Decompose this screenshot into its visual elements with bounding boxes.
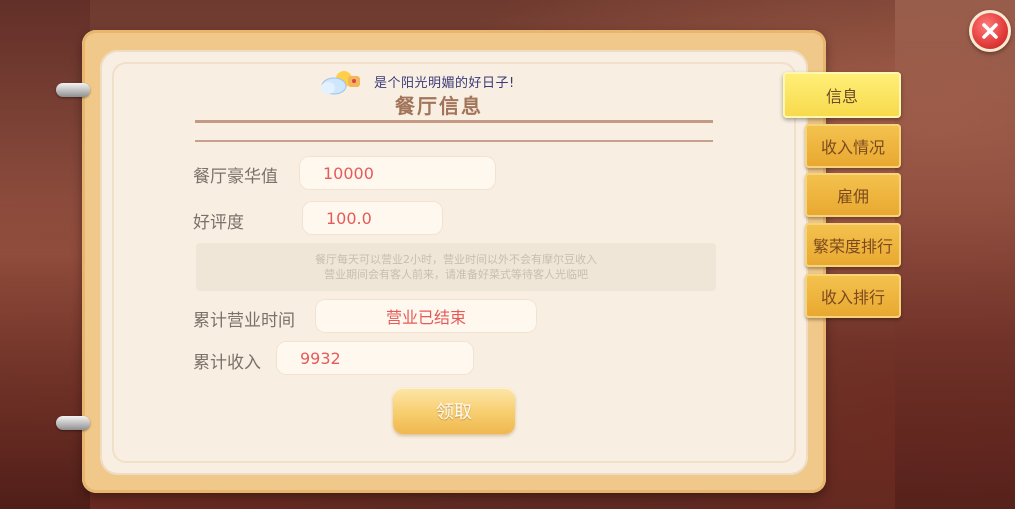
income-label: 累计收入 [193,353,261,373]
tab-income-status[interactable]: 收入情况 [805,124,901,168]
business-time-label: 累计营业时间 [193,311,295,331]
rating-label: 好评度 [193,213,244,233]
background-right [895,0,1015,509]
tab-hire[interactable]: 雇佣 [805,173,901,217]
binder-ring-bottom [56,416,90,430]
close-icon [982,23,998,39]
sun-cloud-icon [318,68,360,95]
notice-line-2: 营业期间会有客人前来，请准备好菜式等待客人光临吧 [324,268,588,281]
background-left [0,0,90,509]
page-title: 餐厅信息 [395,94,483,118]
rating-value: 100.0 [302,201,443,235]
luxury-label: 餐厅豪华值 [193,167,278,187]
luxury-value: 10000 [299,156,496,190]
title-divider-bottom [195,140,713,142]
weather-text: 是个阳光明媚的好日子! [374,75,515,91]
tab-prosperity-ranking[interactable]: 繁荣度排行 [805,223,901,267]
notice-line-1: 餐厅每天可以营业2小时，营业时间以外不会有摩尔豆收入 [315,253,597,266]
tab-info[interactable]: 信息 [783,72,901,118]
binder-ring-top [56,83,90,97]
business-notice: 餐厅每天可以营业2小时，营业时间以外不会有摩尔豆收入 营业期间会有客人前来，请准… [196,243,716,291]
income-value: 9932 [276,341,474,375]
tab-income-ranking[interactable]: 收入排行 [805,274,901,318]
title-divider-top [195,120,713,123]
business-time-value: 营业已结束 [315,299,537,333]
claim-button[interactable]: 领取 [393,388,515,434]
close-button[interactable] [969,10,1011,52]
